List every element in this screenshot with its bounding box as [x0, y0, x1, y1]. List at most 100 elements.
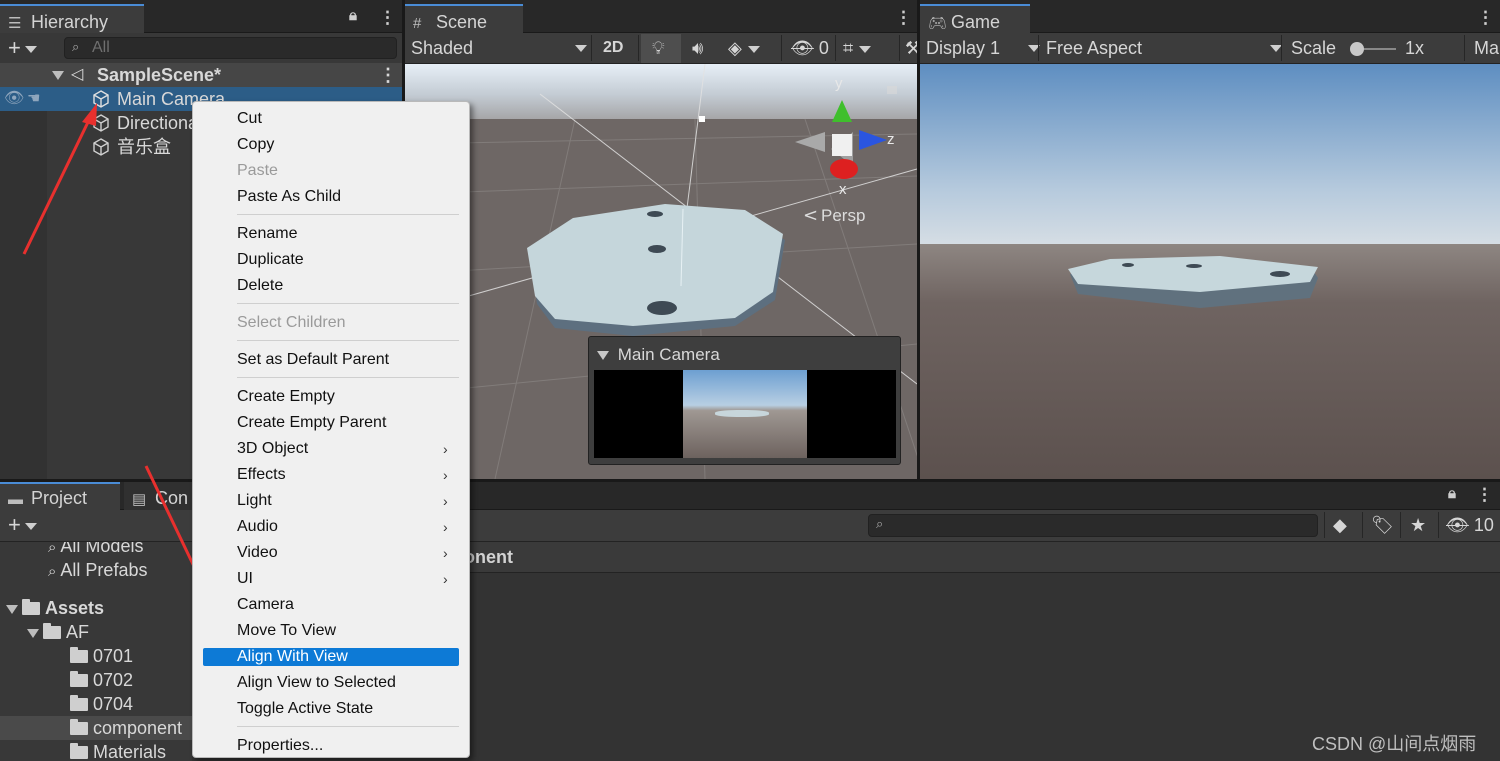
scene-more-icon[interactable]: ⋮: [895, 8, 912, 28]
lighting-bulb-icon[interactable]: 💡︎: [652, 33, 665, 63]
menu-item-3d-object[interactable]: 3D Object ›: [237, 437, 459, 461]
eye-slash-icon: 👁︎: [1446, 515, 1469, 535]
tree-item-label: Materials: [93, 742, 167, 761]
shading-mode-dropdown[interactable]: Shaded: [411, 33, 587, 63]
menu-item-select-children: Select Children: [237, 314, 346, 331]
menu-item-ui[interactable]: UI ›: [237, 567, 459, 591]
menu-item-camera[interactable]: Camera: [237, 593, 294, 617]
projection-chevron-icon[interactable]: <: [803, 205, 818, 226]
folder-icon: [70, 695, 88, 711]
project-search-input[interactable]: ⌕: [868, 514, 1318, 537]
camera-preview-title: Main Camera: [617, 345, 720, 364]
folder-0702[interactable]: 0702: [70, 668, 133, 692]
scene-row[interactable]: ◁ SampleScene* ⋮: [0, 63, 402, 87]
menu-item-properties[interactable]: Properties...: [237, 734, 323, 758]
game-tabbar: 🎮︎ Game ⋮: [920, 0, 1500, 33]
projection-label[interactable]: Persp: [821, 206, 865, 225]
folder-assets[interactable]: Assets: [6, 596, 104, 620]
display-dropdown[interactable]: Display 1: [926, 33, 1040, 63]
menu-item-create-empty-parent[interactable]: Create Empty Parent: [237, 411, 386, 435]
menu-item-delete[interactable]: Delete: [237, 274, 283, 298]
breadcrumb[interactable]: onent: [464, 547, 513, 568]
folder-0701[interactable]: 0701: [70, 644, 133, 668]
gizmo-x-label: x: [839, 181, 847, 198]
menu-item-toggle-active-state[interactable]: Toggle Active State: [237, 697, 373, 721]
favorite-all-prefabs[interactable]: ⌕ All Prefabs: [48, 558, 147, 582]
tab-game[interactable]: 🎮︎ Game: [920, 4, 1030, 33]
aspect-dropdown[interactable]: Free Aspect: [1046, 33, 1282, 63]
menu-item-effects[interactable]: Effects ›: [237, 463, 459, 487]
visibility-eye-icon[interactable]: 👁︎: [4, 87, 24, 111]
expand-triangle-icon[interactable]: [27, 628, 39, 638]
menu-item-align-view-to-selected[interactable]: Align View to Selected: [237, 671, 396, 695]
lock-icon[interactable]: 🔒︎: [349, 7, 357, 24]
maximize-on-play-toggle[interactable]: Ma: [1474, 33, 1499, 63]
hierarchy-more-icon[interactable]: ⋮: [379, 8, 396, 28]
search-icon: ⌕: [72, 39, 80, 54]
favorite-star-icon[interactable]: ★: [1410, 510, 1426, 540]
game-viewport: [920, 64, 1500, 479]
menu-separator: [237, 303, 459, 304]
menu-item-create-empty[interactable]: Create Empty: [237, 385, 335, 409]
folder-icon: ▬: [8, 491, 23, 508]
tab-scene[interactable]: # Scene: [405, 4, 523, 33]
tab-hierarchy[interactable]: ☰ Hierarchy: [0, 4, 144, 33]
menu-item-align-with-view[interactable]: Align With View: [237, 645, 348, 669]
menu-item-light[interactable]: Light ›: [237, 489, 459, 513]
hidden-packages-toggle[interactable]: 👁︎ 10: [1446, 510, 1494, 540]
project-create-button[interactable]: +: [8, 510, 37, 540]
search-by-label-icon[interactable]: 🏷︎: [1371, 510, 1394, 540]
hierarchy-tabbar: ☰ Hierarchy 🔒︎ ⋮: [0, 0, 402, 33]
folder-open-icon: [43, 623, 61, 639]
effects-layers-icon[interactable]: ◈: [728, 33, 760, 63]
toggle-2d-button[interactable]: 2D: [603, 33, 623, 63]
audio-speaker-icon[interactable]: 🔊︎: [692, 33, 703, 63]
menu-separator: [237, 377, 459, 378]
pickable-hand-icon[interactable]: ☚: [27, 87, 40, 111]
folder-component[interactable]: component: [0, 716, 192, 740]
menu-item-duplicate[interactable]: Duplicate: [237, 248, 304, 272]
tab-hierarchy-label: Hierarchy: [31, 12, 109, 32]
menu-item-video[interactable]: Video ›: [237, 541, 459, 565]
context-menu: Cut Copy Paste Paste As Child Rename Dup…: [192, 101, 470, 758]
folder-icon: [70, 743, 88, 759]
hidden-objects-toggle[interactable]: 👁︎ 0: [791, 33, 829, 63]
menu-item-label: 3D Object: [237, 440, 309, 457]
collapse-triangle-icon[interactable]: [597, 351, 609, 361]
grid-snap-icon[interactable]: ⌗: [843, 33, 872, 63]
create-add-button[interactable]: +: [8, 33, 37, 63]
search-placeholder: All: [92, 39, 110, 56]
scale-label: Scale: [1291, 38, 1337, 58]
grid-hash-icon: #: [413, 15, 422, 32]
search-by-type-icon[interactable]: ◆: [1333, 510, 1347, 540]
menu-item-set-default-parent[interactable]: Set as Default Parent: [237, 348, 389, 372]
tab-console-label: Con: [155, 488, 189, 508]
folder-af[interactable]: AF: [27, 620, 89, 644]
hierarchy-search-input[interactable]: ⌕ All: [64, 37, 397, 59]
folder-0704[interactable]: 0704: [70, 692, 133, 716]
folder-open-icon: [22, 599, 40, 615]
tools-wrench-icon[interactable]: ⚒: [905, 33, 917, 63]
tab-project[interactable]: ▬ Project: [0, 482, 120, 510]
menu-item-audio[interactable]: Audio ›: [237, 515, 459, 539]
hidden-count: 0: [818, 38, 829, 58]
menu-item-move-to-view[interactable]: Move To View: [237, 619, 336, 643]
gizmo-lock-icon[interactable]: [887, 86, 897, 94]
project-lock-icon[interactable]: 🔒︎: [1448, 485, 1456, 502]
menu-item-paste: Paste: [237, 162, 278, 179]
game-more-icon[interactable]: ⋮: [1477, 8, 1494, 28]
menu-item-paste-as-child[interactable]: Paste As Child: [237, 185, 341, 209]
expand-triangle-icon[interactable]: [6, 604, 18, 614]
camera-preview-header[interactable]: Main Camera: [597, 345, 720, 365]
expand-triangle-icon[interactable]: [52, 71, 64, 80]
menu-item-rename[interactable]: Rename: [237, 222, 297, 246]
favorite-all-models[interactable]: ⌕ All Models: [48, 542, 143, 558]
search-icon: ⌕: [48, 542, 57, 556]
folder-materials[interactable]: Materials: [70, 740, 166, 761]
menu-item-copy[interactable]: Copy: [237, 133, 274, 157]
project-more-icon[interactable]: ⋮: [1476, 485, 1493, 505]
scale-slider-thumb[interactable]: [1350, 42, 1364, 56]
scene-more-icon[interactable]: ⋮: [379, 63, 397, 87]
tree-item-label: 0701: [93, 646, 134, 666]
menu-item-cut[interactable]: Cut: [237, 107, 262, 131]
